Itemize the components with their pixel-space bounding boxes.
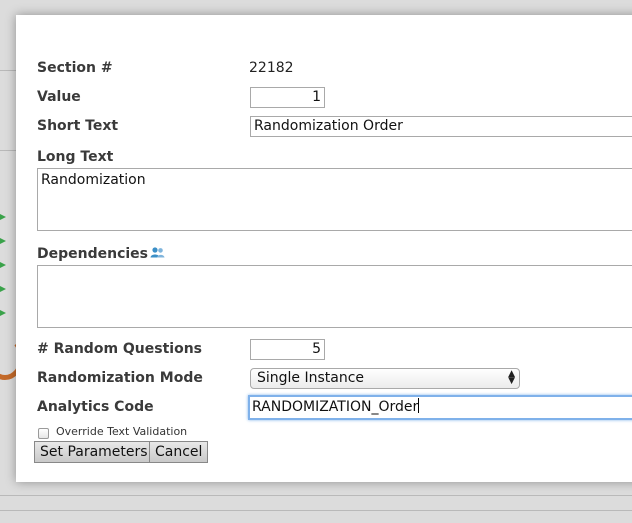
dependencies-label-text: Dependencies (37, 246, 149, 262)
dependencies-label: Dependencies (37, 246, 165, 262)
analytics-code-value: RANDOMIZATION_Order (252, 399, 419, 415)
text-caret (418, 398, 420, 413)
backdrop-divider (0, 495, 632, 496)
randomization-mode-selected: Single Instance (257, 370, 365, 386)
backdrop-divider (0, 510, 632, 511)
long-text-textarea[interactable]: Randomization (37, 168, 632, 231)
set-parameters-button[interactable]: Set Parameters (34, 441, 154, 463)
backdrop-divider (0, 150, 16, 151)
backdrop-arrow-icon (0, 307, 6, 319)
random-questions-input[interactable]: 5 (250, 339, 325, 360)
section-value: 22182 (249, 60, 294, 76)
randomization-mode-label: Randomization Mode (37, 370, 203, 386)
cancel-button[interactable]: Cancel (149, 441, 209, 463)
section-label: Section # (37, 60, 113, 76)
override-text-validation-checkbox[interactable] (38, 428, 49, 439)
select-arrows-icon: ▲ ▼ (508, 369, 515, 386)
users-icon[interactable] (150, 246, 165, 262)
random-questions-label: # Random Questions (37, 341, 203, 357)
short-text-label: Short Text (37, 118, 119, 134)
analytics-code-label: Analytics Code (37, 399, 154, 415)
value-label: Value (37, 89, 81, 105)
edit-question-dialog: Section # 22182 Value 1 Short Text Rando… (16, 15, 632, 482)
value-input[interactable]: 1 (250, 87, 325, 108)
dependencies-textarea[interactable] (37, 265, 632, 328)
override-text-validation-label: Override Text Validation (56, 425, 188, 438)
long-text-label: Long Text (37, 149, 114, 165)
backdrop-arrow-icon (0, 259, 6, 271)
short-text-input[interactable]: Randomization Order (250, 116, 632, 137)
backdrop-arrow-icon (0, 235, 6, 247)
backdrop-divider (0, 70, 16, 71)
backdrop-arrow-icon (0, 283, 6, 295)
analytics-code-input[interactable]: RANDOMIZATION_Order (248, 395, 632, 420)
randomization-mode-select[interactable]: Single Instance ▲ ▼ (250, 368, 520, 389)
backdrop-arrow-icon (0, 211, 6, 223)
